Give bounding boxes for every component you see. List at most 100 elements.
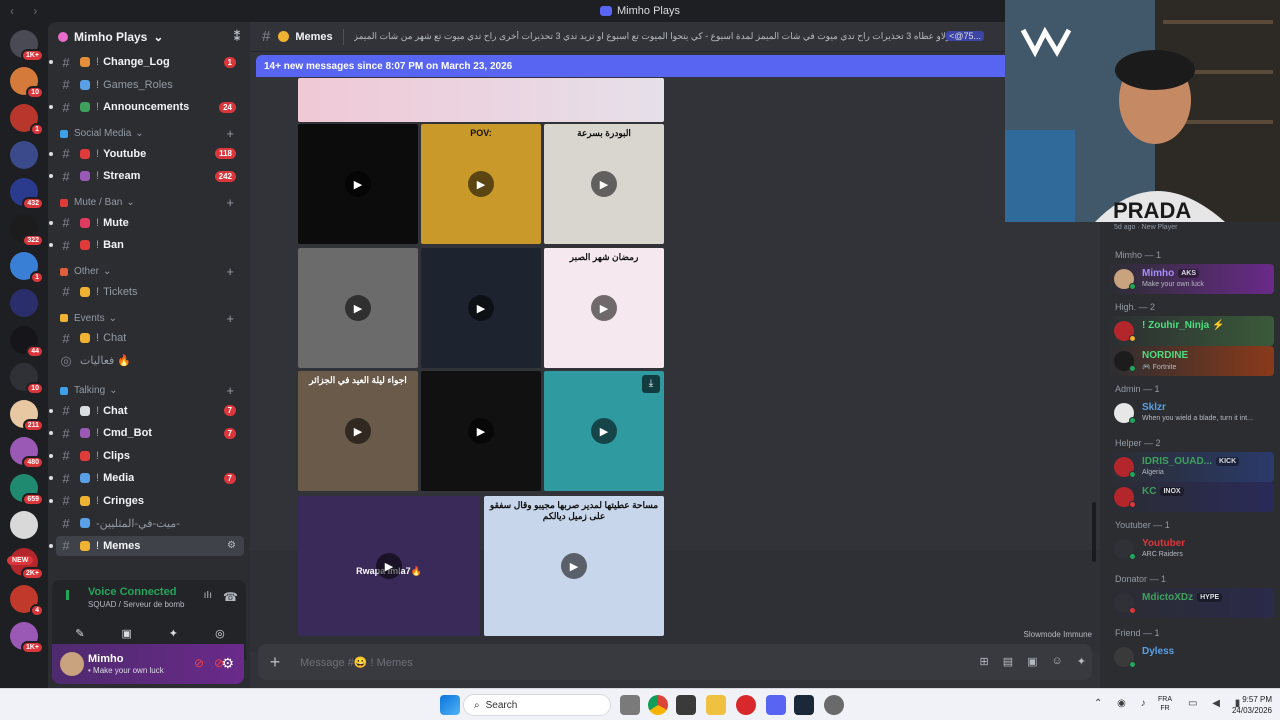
camera-off-button[interactable]: ✎ <box>60 622 100 644</box>
gear-icon[interactable]: ⚙ <box>221 655 234 672</box>
play-icon[interactable]: ▶ <box>345 418 371 444</box>
scrollbar[interactable] <box>1092 502 1096 562</box>
server-icon[interactable]: 322 <box>10 215 44 247</box>
play-icon[interactable]: ▶ <box>591 295 617 321</box>
channel-item[interactable]: #! Announcements 24 <box>49 97 244 117</box>
channel-category[interactable]: Events ⌄ + <box>56 310 244 326</box>
add-channel-icon[interactable]: + <box>226 311 234 326</box>
video-attachment[interactable]: Rwapa lmla7🔥 ▶ <box>298 496 480 636</box>
member-item[interactable]: Sklzr When you wield a blade, turn it int… <box>1106 398 1274 428</box>
app-icon[interactable] <box>676 695 696 715</box>
tray-icons[interactable]: ⌃ ◉ ♪ <box>1094 698 1152 709</box>
voice-channel[interactable]: SQUAD / Serveur de bomb <box>88 600 184 609</box>
play-icon[interactable]: ▶ <box>591 418 617 444</box>
channel-item[interactable]: #! Memes ⚙ <box>49 535 244 556</box>
opera-icon[interactable] <box>736 695 756 715</box>
gift-icon[interactable]: ⊞ <box>980 655 989 668</box>
server-icon[interactable]: 1K+ <box>10 30 44 62</box>
server-icon[interactable]: 480 <box>10 437 44 469</box>
screen-share-button[interactable]: ▣ <box>107 622 147 644</box>
download-icon[interactable]: ⤓ <box>642 375 660 393</box>
video-attachment[interactable]: ▶ ⤓ <box>544 371 664 491</box>
play-icon[interactable]: ▶ <box>468 295 494 321</box>
server-icon[interactable]: 44 <box>10 326 44 358</box>
member-item[interactable]: KC INOX <box>1106 482 1274 512</box>
member-item[interactable]: Youtuber ARC Raiders <box>1106 534 1274 564</box>
topic-mention[interactable]: <@75... <box>946 31 984 41</box>
noise-suppression-icon[interactable]: ıIı <box>204 590 212 601</box>
video-attachment[interactable]: POV: ▶ <box>421 124 541 244</box>
channel-item[interactable]: #! Stream 242 <box>49 166 244 186</box>
channel-item[interactable]: #! Ban <box>49 235 244 255</box>
steam-icon[interactable] <box>794 695 814 715</box>
start-icon[interactable] <box>440 695 460 715</box>
discord-taskbar-icon[interactable] <box>766 695 786 715</box>
file-explorer-icon[interactable] <box>706 695 726 715</box>
member-item[interactable]: ! Zouhir_Ninja ⚡ <box>1106 316 1274 346</box>
apps-icon[interactable]: ✦ <box>1077 655 1086 668</box>
video-attachment[interactable]: ▶ <box>421 248 541 368</box>
channel-item[interactable]: #! Tickets <box>56 282 244 302</box>
mic-muted-icon[interactable]: ⊘ <box>194 656 204 670</box>
attach-button[interactable]: + <box>260 652 290 673</box>
play-icon[interactable]: ▶ <box>376 553 402 579</box>
channel-item[interactable]: # -ميت-في-المثليين- <box>56 513 244 533</box>
server-icon[interactable]: 4 <box>10 585 44 617</box>
server-icon[interactable]: 10 <box>10 363 44 395</box>
video-attachment[interactable]: ▶ <box>421 371 541 491</box>
channel-item[interactable]: #! Games_Roles <box>56 75 244 95</box>
server-icon[interactable] <box>10 289 38 317</box>
channel-item[interactable]: #! Youtube 118 <box>49 144 244 164</box>
play-icon[interactable]: ▶ <box>468 171 494 197</box>
new-badge[interactable]: NEW <box>7 556 34 565</box>
gif-icon[interactable]: ▤ <box>1003 655 1013 668</box>
previous-media-tile[interactable] <box>298 78 664 122</box>
video-attachment[interactable]: ▶ <box>298 248 418 368</box>
add-channel-icon[interactable]: + <box>226 195 234 210</box>
play-icon[interactable]: ▶ <box>468 418 494 444</box>
play-icon[interactable]: ▶ <box>591 171 617 197</box>
add-channel-icon[interactable]: + <box>226 383 234 398</box>
language-indicator[interactable]: FRA FR <box>1158 695 1172 713</box>
video-attachment[interactable]: اجواء ليلة العيد في الجزائر ▶ <box>298 371 418 491</box>
channel-item[interactable]: #! Cringes <box>49 491 244 511</box>
server-header[interactable]: Mimho Plays ⌄ ⁑ <box>48 22 250 52</box>
channel-item[interactable]: #! Mute <box>49 213 244 233</box>
channel-item[interactable]: #! Media 7 <box>49 468 244 488</box>
user-name[interactable]: Mimho <box>88 653 123 665</box>
add-member-icon[interactable]: ⁑ <box>234 30 240 44</box>
video-attachment[interactable]: ▶ <box>298 124 418 244</box>
play-icon[interactable]: ▶ <box>561 553 587 579</box>
add-channel-icon[interactable]: + <box>226 264 234 279</box>
app-icon-2[interactable] <box>824 695 844 715</box>
voice-status[interactable]: Voice Connected <box>88 586 176 598</box>
clock[interactable]: 9:57 PM 24/03/2026 <box>1232 694 1272 716</box>
server-icon[interactable]: 1 <box>10 104 44 136</box>
channel-topic[interactable]: ديرو عقوبات - تمدو 3 تحذيرات او وينا ولا… <box>354 31 954 42</box>
channel-item[interactable]: #! Chat <box>56 328 244 348</box>
sticker-icon[interactable]: ▣ <box>1027 655 1037 668</box>
video-attachment[interactable]: رمضان شهر الصبر ▶ <box>544 248 664 368</box>
server-icon[interactable]: 10 <box>10 67 44 99</box>
avatar[interactable] <box>60 652 84 676</box>
member-item[interactable]: IDRIS_OUAD... KICK Algeria <box>1106 452 1274 482</box>
channel-settings-icon[interactable]: ⚙ <box>227 540 236 551</box>
channel-category[interactable]: Talking ⌄ + <box>56 383 244 399</box>
activities-button[interactable]: ✦ <box>153 622 193 644</box>
play-icon[interactable]: ▶ <box>345 295 371 321</box>
server-icon[interactable]: 432 <box>10 178 44 210</box>
server-icon[interactable] <box>10 511 38 539</box>
channel-item[interactable]: #! Cmd_Bot 7 <box>49 423 244 443</box>
message-input[interactable]: Message #😀 ! Memes <box>300 656 413 669</box>
channel-item[interactable]: #! Clips <box>49 446 244 466</box>
channel-item[interactable]: #! Change_Log 1 <box>49 52 244 72</box>
server-icon[interactable]: 211 <box>10 400 44 432</box>
new-messages-bar[interactable]: 14+ new messages since 8:07 PM on March … <box>256 55 1096 77</box>
soundboard-button[interactable]: ◎ <box>200 622 240 644</box>
disconnect-icon[interactable]: ☎ <box>223 590 238 604</box>
server-icon[interactable] <box>10 141 38 169</box>
video-attachment[interactable]: البودرة بسرعة ▶ <box>544 124 664 244</box>
play-icon[interactable]: ▶ <box>345 171 371 197</box>
task-view-icon[interactable] <box>620 695 640 715</box>
taskbar-search[interactable]: ⌕ Search <box>463 694 611 716</box>
